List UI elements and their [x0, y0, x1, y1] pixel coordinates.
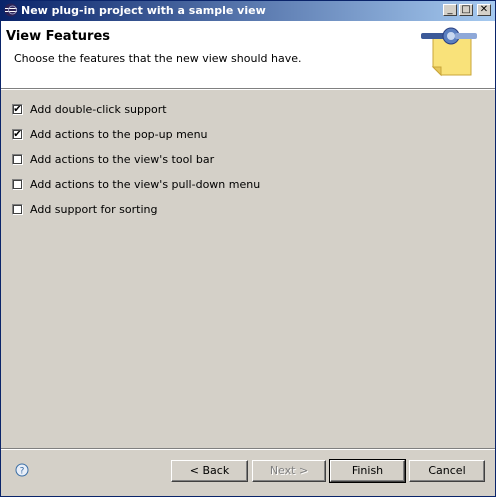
plugin-wizard-icon [421, 27, 477, 77]
svg-text:?: ? [20, 467, 25, 477]
title-bar[interactable]: New plug-in project with a sample view _… [1, 1, 495, 21]
finish-button[interactable]: Finish [329, 459, 406, 483]
wizard-header: View Features Choose the features that t… [1, 21, 495, 89]
checkbox-pull-down-menu[interactable] [12, 178, 23, 190]
option-label: Add support for sorting [30, 202, 158, 216]
checkbox-tool-bar[interactable] [12, 153, 23, 165]
option-popup-menu[interactable]: ✔ Add actions to the pop-up menu [12, 125, 312, 143]
page-title: View Features [6, 29, 111, 44]
option-double-click[interactable]: ✔ Add double-click support [12, 100, 312, 118]
option-sorting[interactable]: Add support for sorting [12, 200, 312, 218]
maximize-button[interactable]: □ [459, 4, 473, 16]
eclipse-icon [4, 3, 18, 17]
page-description: Choose the features that the new view sh… [14, 52, 302, 65]
next-button[interactable]: Next > [252, 460, 326, 482]
checkbox-popup-menu[interactable]: ✔ [12, 128, 23, 140]
back-button[interactable]: < Back [171, 460, 248, 482]
option-pull-down-menu[interactable]: Add actions to the view's pull-down menu [12, 175, 312, 193]
window-title: New plug-in project with a sample view [21, 4, 266, 17]
footer-separator-highlight [1, 449, 495, 450]
header-separator [1, 89, 495, 90]
option-tool-bar[interactable]: Add actions to the view's tool bar [12, 150, 312, 168]
option-label: Add actions to the view's tool bar [30, 152, 215, 166]
minimize-button[interactable]: _ [443, 4, 457, 16]
checkbox-sorting[interactable] [12, 203, 23, 215]
help-icon[interactable]: ? [15, 463, 29, 477]
close-button[interactable]: ✕ [477, 4, 491, 16]
cancel-button[interactable]: Cancel [409, 460, 485, 482]
wizard-dialog: New plug-in project with a sample view _… [0, 0, 496, 497]
option-label: Add actions to the pop-up menu [30, 127, 208, 141]
option-label: Add double-click support [30, 102, 167, 116]
option-label: Add actions to the view's pull-down menu [30, 177, 261, 191]
checkbox-double-click[interactable]: ✔ [12, 103, 23, 115]
